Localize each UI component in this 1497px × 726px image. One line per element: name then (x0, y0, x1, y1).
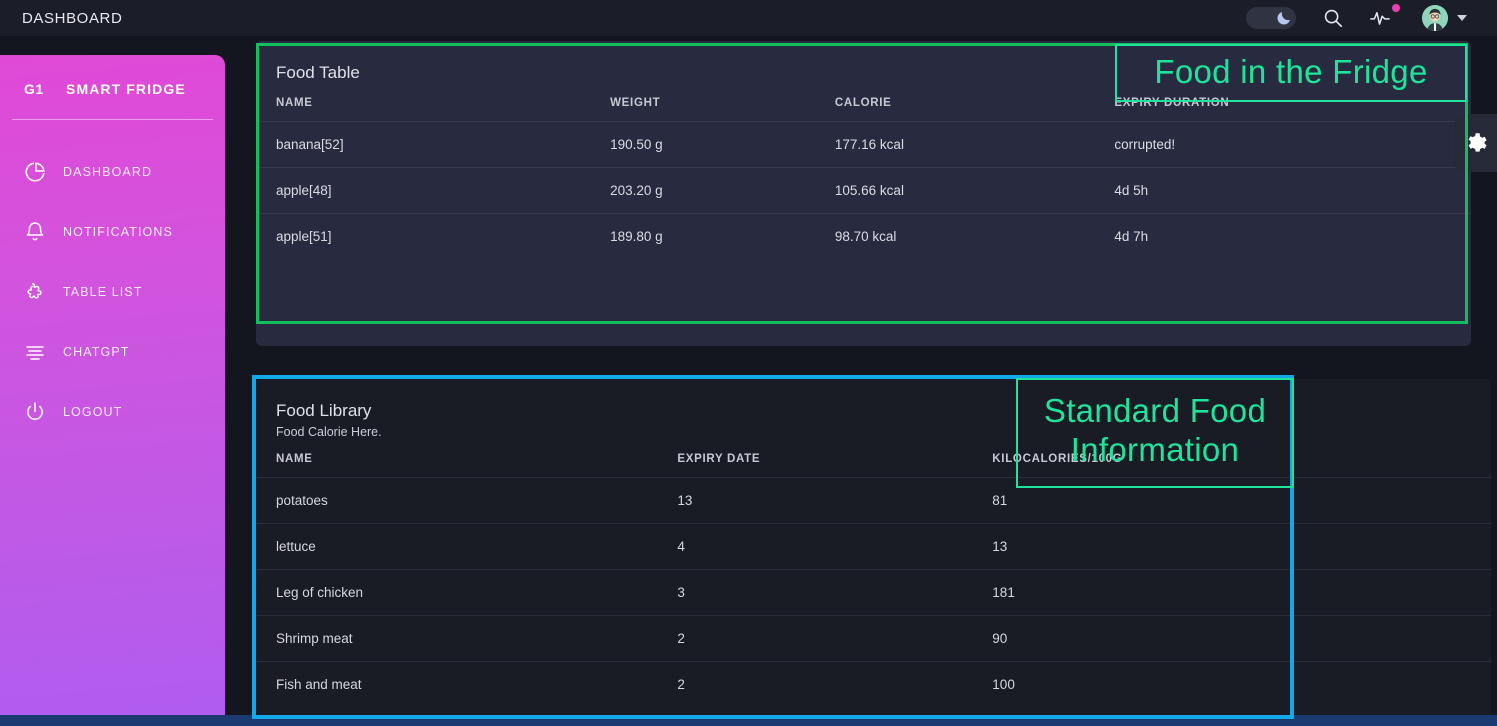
food-library-header-row: NAME EXPIRY DATE KILOCALORIES/100G (256, 439, 1491, 478)
chevron-down-icon (1457, 15, 1467, 21)
cell-expiry: 4d 7h (1094, 214, 1471, 260)
table-row[interactable]: apple[51] 189.80 g 98.70 kcal 4d 7h (256, 214, 1471, 260)
notification-dot (1392, 4, 1400, 12)
col-weight: WEIGHT (590, 83, 815, 122)
top-bar: DASHBOARD (0, 0, 1497, 36)
list-item[interactable]: Leg of chicken 3 181 (256, 570, 1491, 616)
dark-mode-toggle[interactable] (1246, 7, 1296, 29)
food-table-title: Food Table (256, 41, 1471, 83)
sidebar-brand[interactable]: G1 SMART FRIDGE (0, 55, 225, 97)
cell-name: lettuce (256, 524, 657, 570)
cell-calorie: 177.16 kcal (815, 122, 1094, 168)
sidebar-label-logout: LOGOUT (63, 405, 122, 419)
top-bar-actions (1246, 5, 1497, 31)
list-item[interactable]: Fish and meat 2 100 (256, 662, 1491, 708)
search-icon (1322, 7, 1344, 29)
puzzle-piece-icon (23, 280, 63, 304)
search-button[interactable] (1322, 7, 1344, 29)
sidebar-item-logout[interactable]: LOGOUT (0, 382, 225, 442)
cell-calorie: 98.70 kcal (815, 214, 1094, 260)
cell-weight: 190.50 g (590, 122, 815, 168)
cell-name: apple[51] (256, 214, 590, 260)
brand-name: SMART FRIDGE (66, 81, 186, 97)
app-root: DASHBOARD (0, 0, 1497, 726)
col-kcal: KILOCALORIES/100G (972, 439, 1491, 478)
gear-icon (1464, 131, 1488, 155)
user-avatar-icon (1422, 5, 1448, 31)
sidebar: G1 SMART FRIDGE DASHBOARD (0, 55, 225, 715)
avatar (1422, 5, 1448, 31)
cell-name: potatoes (256, 478, 657, 524)
sidebar-divider (12, 119, 213, 120)
cell-name: Fish and meat (256, 662, 657, 708)
sidebar-label-notifications: NOTIFICATIONS (63, 225, 173, 239)
sidebar-label-dashboard: DASHBOARD (63, 165, 152, 179)
bottom-strip (0, 715, 1497, 726)
food-library-card: Food Library Food Calorie Here. NAME EXP… (256, 379, 1491, 726)
lines-icon (23, 340, 63, 364)
settings-tab-button[interactable] (1455, 114, 1497, 172)
avatar-menu[interactable] (1422, 5, 1467, 31)
cell-expiry-date: 2 (657, 616, 972, 662)
cell-weight: 189.80 g (590, 214, 815, 260)
col-name: NAME (256, 83, 590, 122)
food-table-header-row: NAME WEIGHT CALORIE EXPIRY DURATION (256, 83, 1471, 122)
sidebar-label-table-list: TABLE LIST (63, 285, 143, 299)
food-library-subtitle: Food Calorie Here. (256, 421, 1491, 439)
food-library-title: Food Library (256, 379, 1491, 421)
table-row[interactable]: apple[48] 203.20 g 105.66 kcal 4d 5h (256, 168, 1471, 214)
brand-logo: G1 (24, 81, 66, 97)
page-title: DASHBOARD (22, 10, 122, 27)
moon-icon (1275, 9, 1293, 27)
food-table: NAME WEIGHT CALORIE EXPIRY DURATION bana… (256, 83, 1471, 259)
pie-chart-icon (23, 160, 63, 184)
cell-kcal: 81 (972, 478, 1491, 524)
list-item[interactable]: Shrimp meat 2 90 (256, 616, 1491, 662)
table-row[interactable]: banana[52] 190.50 g 177.16 kcal corrupte… (256, 122, 1471, 168)
cell-expiry-date: 4 (657, 524, 972, 570)
bell-icon (23, 220, 63, 244)
cell-kcal: 181 (972, 570, 1491, 616)
activity-button[interactable] (1370, 7, 1396, 29)
cell-weight: 203.20 g (590, 168, 815, 214)
main-content: Food Table NAME WEIGHT CALORIE EXPIRY DU… (225, 36, 1497, 726)
cell-kcal: 100 (972, 662, 1491, 708)
col-name: NAME (256, 439, 657, 478)
col-expiry: EXPIRY DURATION (1094, 83, 1471, 122)
list-item[interactable]: potatoes 13 81 (256, 478, 1491, 524)
cell-expiry-date: 2 (657, 662, 972, 708)
cell-expiry-date: 3 (657, 570, 972, 616)
sidebar-label-chatgpt: CHATGPT (63, 345, 130, 359)
sidebar-item-chatgpt[interactable]: CHATGPT (0, 322, 225, 382)
cell-name: Leg of chicken (256, 570, 657, 616)
sidebar-item-dashboard[interactable]: DASHBOARD (0, 142, 225, 202)
cell-name: banana[52] (256, 122, 590, 168)
cell-name: Shrimp meat (256, 616, 657, 662)
cell-expiry-date: 13 (657, 478, 972, 524)
power-icon (23, 400, 63, 424)
cell-name: apple[48] (256, 168, 590, 214)
cell-expiry: 4d 5h (1094, 168, 1471, 214)
col-calorie: CALORIE (815, 83, 1094, 122)
cell-calorie: 105.66 kcal (815, 168, 1094, 214)
sidebar-nav: DASHBOARD NOTIFICATIONS TABLE LIST (0, 142, 225, 442)
food-table-card: Food Table NAME WEIGHT CALORIE EXPIRY DU… (256, 41, 1471, 346)
cell-expiry: corrupted! (1094, 122, 1471, 168)
col-expiry-date: EXPIRY DATE (657, 439, 972, 478)
cell-kcal: 13 (972, 524, 1491, 570)
sidebar-item-table-list[interactable]: TABLE LIST (0, 262, 225, 322)
food-library-table: NAME EXPIRY DATE KILOCALORIES/100G potat… (256, 439, 1491, 707)
list-item[interactable]: lettuce 4 13 (256, 524, 1491, 570)
cell-kcal: 90 (972, 616, 1491, 662)
sidebar-item-notifications[interactable]: NOTIFICATIONS (0, 202, 225, 262)
